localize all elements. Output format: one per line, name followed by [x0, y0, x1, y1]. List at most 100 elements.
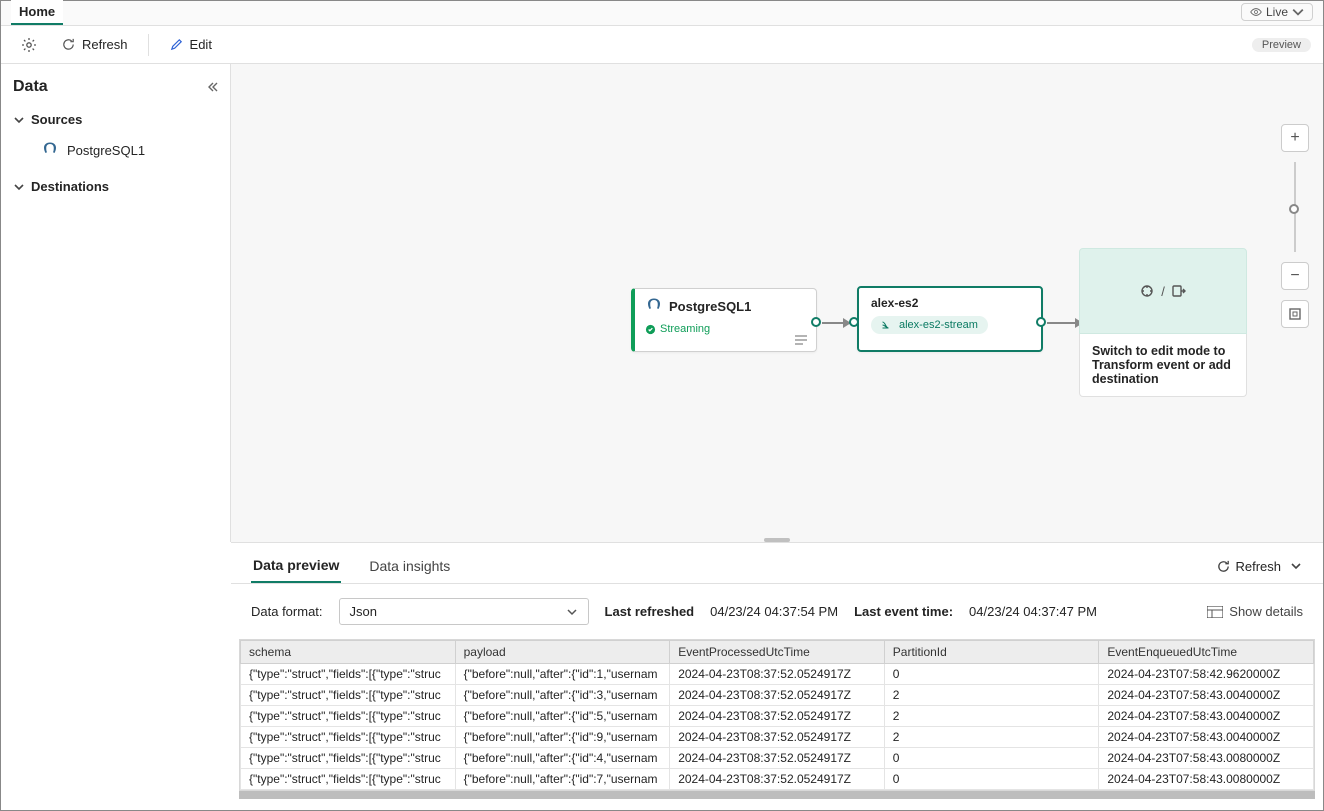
connector-2 [1047, 322, 1077, 324]
column-header[interactable]: schema [241, 641, 456, 664]
node-stream-title: alex-es2 [871, 296, 1029, 310]
stream-chip[interactable]: alex-es2-stream [871, 316, 988, 334]
node-destination-placeholder[interactable]: / Switch to edit mode to Transform event… [1079, 248, 1247, 406]
menu-icon [794, 335, 808, 345]
postgresql-icon [41, 141, 59, 159]
table-cell: {"before":null,"after":{"id":5,"usernam [455, 706, 670, 727]
table-cell: 2024-04-23T08:37:52.0524917Z [670, 727, 885, 748]
postgresql-icon [645, 297, 663, 315]
column-header[interactable]: EventProcessedUtcTime [670, 641, 885, 664]
table-row[interactable]: {"type":"struct","fields":[{"type":"stru… [241, 706, 1314, 727]
live-toggle[interactable]: Live [1241, 3, 1313, 21]
column-header[interactable]: payload [455, 641, 670, 664]
node-source-title: PostgreSQL1 [669, 299, 751, 314]
gear-icon [21, 37, 37, 53]
data-format-value: Json [350, 604, 377, 619]
last-event-value: 04/23/24 04:37:47 PM [969, 604, 1097, 619]
live-label: Live [1266, 5, 1288, 19]
sidebar-item-postgresql1[interactable]: PostgreSQL1 [13, 135, 218, 165]
table-cell: 2 [884, 706, 1099, 727]
data-format-select[interactable]: Json [339, 598, 589, 625]
stream-icon [881, 319, 893, 331]
details-icon [1207, 606, 1223, 618]
node-source-menu[interactable] [794, 335, 808, 345]
chevron-down-icon [566, 606, 578, 618]
node-stream-alex-es2[interactable]: alex-es2 alex-es2-stream [857, 286, 1043, 352]
table-cell: {"type":"struct","fields":[{"type":"stru… [241, 706, 456, 727]
table-row[interactable]: {"type":"struct","fields":[{"type":"stru… [241, 748, 1314, 769]
zoom-out-button[interactable]: − [1281, 262, 1309, 290]
bottom-refresh-label: Refresh [1235, 559, 1281, 574]
tab-data-insights[interactable]: Data insights [367, 550, 452, 582]
table-cell: 2 [884, 727, 1099, 748]
table-cell: {"before":null,"after":{"id":3,"usernam [455, 685, 670, 706]
chevron-down-icon [1292, 6, 1304, 18]
zoom-slider[interactable] [1294, 162, 1296, 252]
sidebar-section-sources[interactable]: Sources [13, 112, 218, 127]
chevron-down-icon [1289, 559, 1303, 573]
edit-icon [169, 37, 184, 52]
table-cell: 2024-04-23T07:58:42.9620000Z [1099, 664, 1314, 685]
table-row[interactable]: {"type":"struct","fields":[{"type":"stru… [241, 685, 1314, 706]
sidebar-section-destinations[interactable]: Destinations [13, 179, 218, 194]
zoom-in-button[interactable]: + [1281, 124, 1309, 152]
edit-label: Edit [190, 37, 212, 52]
table-cell: 0 [884, 748, 1099, 769]
table-row[interactable]: {"type":"struct","fields":[{"type":"stru… [241, 769, 1314, 790]
table-row[interactable]: {"type":"struct","fields":[{"type":"stru… [241, 664, 1314, 685]
table-cell: 2024-04-23T08:37:52.0524917Z [670, 769, 885, 790]
source-item-label: PostgreSQL1 [67, 143, 145, 158]
collapse-sidebar-icon[interactable] [204, 80, 218, 94]
bottom-refresh-button[interactable]: Refresh [1216, 559, 1281, 574]
last-refreshed-value: 04/23/24 04:37:54 PM [710, 604, 838, 619]
table-cell: 2024-04-23T07:58:43.0040000Z [1099, 727, 1314, 748]
table-row[interactable]: {"type":"struct","fields":[{"type":"stru… [241, 727, 1314, 748]
settings-button[interactable] [13, 33, 45, 57]
destination-icon [1171, 283, 1187, 299]
separator: / [1161, 284, 1165, 299]
toolbar-divider [148, 34, 149, 56]
sidebar-title: Data [13, 78, 48, 96]
tab-data-preview[interactable]: Data preview [251, 549, 341, 583]
table-cell: {"type":"struct","fields":[{"type":"stru… [241, 727, 456, 748]
zoom-fit-button[interactable] [1281, 300, 1309, 328]
port-source-out[interactable] [811, 317, 821, 327]
horizontal-scrollbar[interactable] [239, 791, 1315, 799]
node-source-status: Streaming [660, 323, 710, 335]
refresh-icon [1216, 559, 1231, 574]
zoom-thumb[interactable] [1289, 204, 1299, 214]
panel-resize-handle[interactable] [764, 538, 790, 542]
table-cell: 2 [884, 685, 1099, 706]
port-stream-out[interactable] [1036, 317, 1046, 327]
column-header[interactable]: EventEnqueuedUtcTime [1099, 641, 1314, 664]
column-header[interactable]: PartitionId [884, 641, 1099, 664]
last-refreshed-label: Last refreshed [605, 604, 695, 619]
sources-label: Sources [31, 112, 82, 127]
table-cell: 2024-04-23T07:58:43.0040000Z [1099, 685, 1314, 706]
canvas[interactable]: + − PostgreSQL1 Streaming [231, 64, 1323, 542]
table-cell: {"type":"struct","fields":[{"type":"stru… [241, 685, 456, 706]
table-cell: 2024-04-23T08:37:52.0524917Z [670, 706, 885, 727]
node-source-postgresql1[interactable]: PostgreSQL1 Streaming [631, 288, 817, 352]
tab-home[interactable]: Home [11, 0, 63, 25]
table-cell: {"type":"struct","fields":[{"type":"stru… [241, 748, 456, 769]
refresh-button[interactable]: Refresh [53, 33, 136, 56]
destinations-label: Destinations [31, 179, 109, 194]
show-details-button[interactable]: Show details [1207, 604, 1303, 619]
fit-icon [1288, 307, 1302, 321]
preview-badge: Preview [1252, 38, 1311, 52]
node-destination-hint: Switch to edit mode to Transform event o… [1079, 334, 1247, 397]
chevron-down-icon [13, 114, 25, 126]
table-cell: {"before":null,"after":{"id":4,"usernam [455, 748, 670, 769]
bottom-panel-toggle[interactable] [1289, 559, 1303, 573]
sidebar: Data Sources PostgreSQL1 Destinations [1, 64, 231, 542]
table-cell: 0 [884, 664, 1099, 685]
table-cell: 0 [884, 769, 1099, 790]
show-details-label: Show details [1229, 604, 1303, 619]
refresh-label: Refresh [82, 37, 128, 52]
table-cell: {"before":null,"after":{"id":7,"usernam [455, 769, 670, 790]
table-cell: 2024-04-23T07:58:43.0040000Z [1099, 706, 1314, 727]
chevron-down-icon [13, 181, 25, 193]
data-grid[interactable]: schemapayloadEventProcessedUtcTimePartit… [239, 639, 1315, 791]
edit-button[interactable]: Edit [161, 33, 220, 56]
